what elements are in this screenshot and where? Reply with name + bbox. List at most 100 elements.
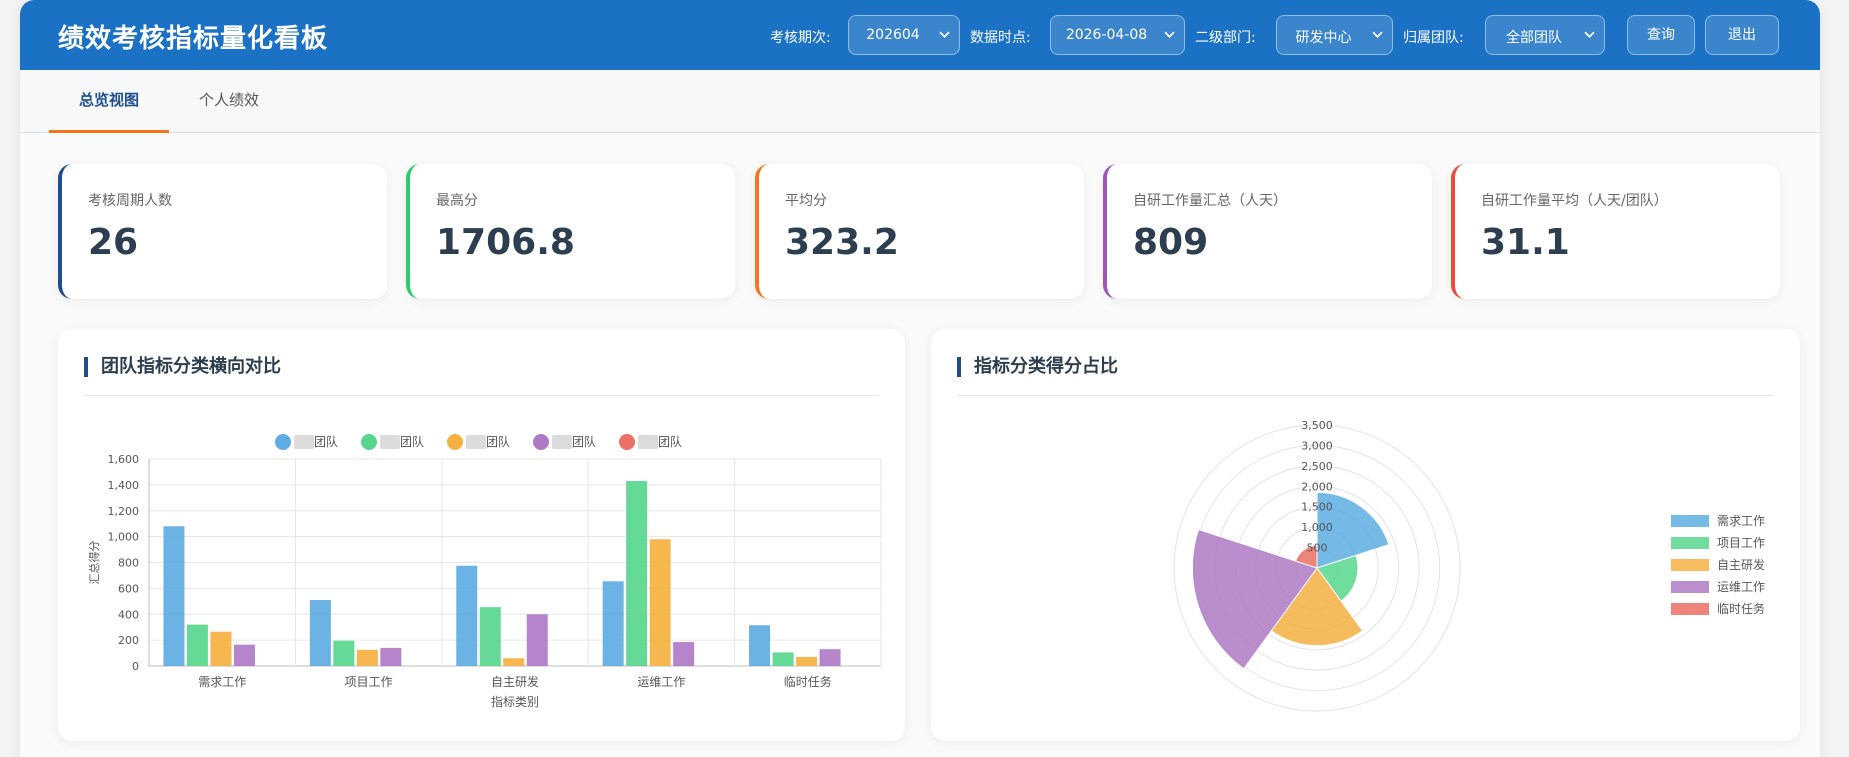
- kpi-label: 平均分: [785, 193, 827, 209]
- period-select[interactable]: 202604: [848, 15, 960, 55]
- date-select-value: 2026-04-08: [1065, 27, 1148, 43]
- tab-overview[interactable]: 总览视图: [49, 70, 169, 133]
- legend-swatch: [361, 434, 377, 450]
- bar: [380, 647, 402, 666]
- legend-label: 团队: [658, 434, 682, 449]
- legend-label: 临时任务: [1717, 601, 1765, 616]
- bar: [626, 480, 648, 666]
- legend-label: 团队: [486, 434, 510, 449]
- x-tick-label: 需求工作: [198, 675, 246, 689]
- bar: [649, 539, 671, 666]
- bar: [356, 649, 378, 666]
- radial-tick-label: 3,000: [1301, 439, 1333, 452]
- kpi-value: 323.2: [785, 222, 899, 263]
- legend-label: 团队: [314, 434, 338, 449]
- radial-tick-label: 500: [1307, 542, 1328, 555]
- legend-label: 自主研发: [1717, 557, 1765, 572]
- x-tick-label: 临时任务: [784, 674, 832, 689]
- bar: [503, 658, 525, 666]
- bar: [772, 652, 794, 666]
- bar: [233, 644, 255, 666]
- bar: [479, 607, 501, 666]
- y-tick-label: 0: [132, 660, 139, 673]
- legend-label: 运维工作: [1717, 580, 1765, 594]
- legend-swatch: [1671, 559, 1709, 571]
- bar: [210, 631, 232, 666]
- chevron-down-icon: [1372, 31, 1383, 38]
- y-tick-label: 1,000: [108, 531, 140, 544]
- bar: [163, 526, 185, 666]
- radial-tick-label: 3,500: [1301, 419, 1333, 432]
- polar-chart-panel: 指标分类得分占比 500 1,000 1,500 2,000 2,500 3,000 3,5…: [931, 329, 1800, 741]
- kpi-card-self-dev-average: 自研工作量平均（人天/团队） 31.1: [1451, 164, 1780, 299]
- header-bar: 绩效考核指标量化看板 考核期次: 202604 数据时点: 2026-04-08…: [20, 0, 1820, 70]
- bar: [456, 565, 478, 666]
- y-tick-label: 600: [118, 582, 139, 595]
- app-window: 绩效考核指标量化看板 考核期次: 202604 数据时点: 2026-04-08…: [20, 0, 1820, 757]
- tab-personal[interactable]: 个人绩效: [169, 70, 289, 133]
- tab-bar: 总览视图 个人绩效: [20, 70, 1820, 133]
- bar: [309, 600, 331, 666]
- team-select-value: 全部团队: [1506, 30, 1562, 46]
- kpi-value: 31.1: [1481, 222, 1570, 263]
- legend-label: 团队: [400, 434, 424, 449]
- department-select[interactable]: 研发中心: [1276, 15, 1393, 55]
- chevron-down-icon: [1164, 31, 1175, 38]
- radial-tick-label: 2,500: [1301, 460, 1333, 473]
- kpi-card-self-dev-total: 自研工作量汇总（人天） 809: [1103, 164, 1432, 299]
- legend-label: 需求工作: [1717, 514, 1765, 528]
- bar: [673, 642, 695, 666]
- query-button[interactable]: 查询: [1627, 15, 1695, 55]
- x-tick-label: 自主研发: [491, 674, 539, 689]
- filter-label-date: 数据时点:: [970, 30, 1031, 46]
- filter-label-team: 归属团队:: [1403, 30, 1464, 46]
- filter-label-department: 二级部门:: [1195, 30, 1256, 46]
- x-tick-label: 运维工作: [637, 675, 685, 689]
- date-select[interactable]: 2026-04-08: [1050, 15, 1185, 55]
- legend-swatch: [1671, 537, 1709, 549]
- kpi-card-headcount: 考核周期人数 26: [58, 164, 387, 299]
- kpi-label: 考核周期人数: [88, 193, 172, 209]
- legend-redaction: [294, 435, 314, 449]
- bar-chart-panel: 团队指标分类横向对比 0 200 400 600 800 1,000 1,200 1,400 1…: [58, 329, 905, 741]
- logout-button[interactable]: 退出: [1705, 15, 1779, 55]
- legend-swatch: [533, 434, 549, 450]
- legend-swatch: [275, 434, 291, 450]
- bar: [333, 640, 355, 666]
- legend-redaction: [552, 435, 572, 449]
- legend-label: 团队: [572, 434, 596, 449]
- bar: [796, 656, 818, 666]
- legend-swatch: [1671, 603, 1709, 615]
- kpi-value: 1706.8: [436, 222, 575, 263]
- chevron-down-icon: [1584, 31, 1595, 38]
- bar: [819, 649, 841, 666]
- polar-area-chart: 500 1,000 1,500 2,000 2,500 3,000 3,500 需求工作项目工…: [1173, 419, 1765, 712]
- y-tick-label: 800: [118, 557, 139, 570]
- kpi-card-max-score: 最高分 1706.8: [406, 164, 735, 299]
- legend-swatch: [619, 434, 635, 450]
- legend-redaction: [380, 435, 400, 449]
- radial-tick-label: 1,000: [1301, 521, 1333, 534]
- bar: [602, 581, 624, 666]
- legend-label: 项目工作: [1717, 536, 1765, 550]
- bar: [186, 624, 208, 666]
- kpi-label: 最高分: [436, 193, 478, 209]
- chevron-down-icon: [939, 31, 950, 38]
- bar: [749, 625, 771, 666]
- page-title: 绩效考核指标量化看板: [58, 24, 329, 54]
- filter-label-period: 考核期次:: [770, 30, 831, 46]
- bar: [526, 614, 548, 666]
- y-tick-label: 1,600: [108, 453, 140, 466]
- y-axis-label: 汇总得分: [87, 541, 101, 585]
- kpi-value: 26: [88, 222, 139, 263]
- x-tick-label: 项目工作: [345, 675, 393, 689]
- department-select-value: 研发中心: [1295, 30, 1352, 46]
- radial-tick-label: 2,000: [1301, 480, 1333, 493]
- kpi-value: 809: [1133, 222, 1209, 263]
- kpi-label: 自研工作量汇总（人天）: [1133, 193, 1287, 209]
- team-select[interactable]: 全部团队: [1485, 15, 1605, 55]
- y-tick-label: 1,400: [108, 479, 140, 492]
- y-tick-label: 1,200: [108, 505, 140, 518]
- kpi-card-average-score: 平均分 323.2: [755, 164, 1084, 299]
- legend-swatch: [1671, 581, 1709, 593]
